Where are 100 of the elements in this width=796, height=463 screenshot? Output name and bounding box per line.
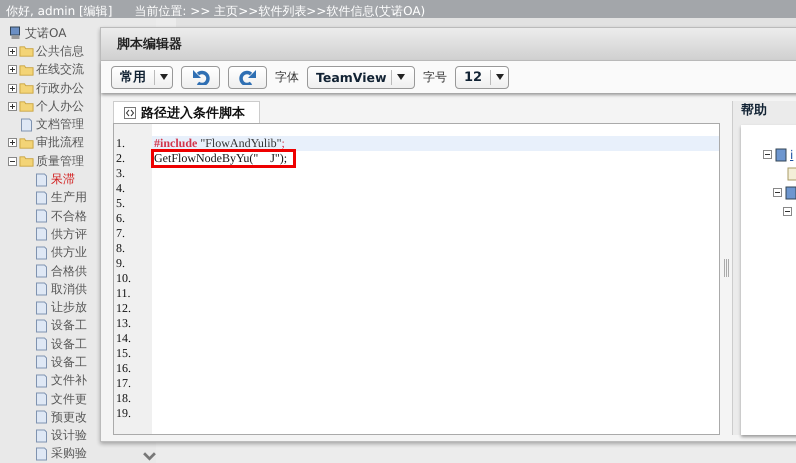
line-number: 11. [115, 286, 132, 301]
document-icon [34, 318, 49, 333]
breadcrumb-text: 当前位置: >> 主页>>软件列表>>软件信息(艾诺OA) [134, 5, 426, 18]
line-number: 4. [115, 181, 126, 196]
document-icon [34, 300, 49, 315]
document-icon [34, 428, 49, 443]
line-number: 10. [115, 271, 132, 286]
document-icon [19, 118, 34, 132]
document-icon [787, 166, 796, 180]
sidebar-item[interactable]: 设备工 [51, 317, 87, 334]
code-line: GetFlowNodeByYu(" J"); [152, 151, 719, 166]
collapse-icon[interactable] [763, 150, 772, 159]
help-link[interactable]: i [790, 148, 794, 162]
document-icon [34, 227, 49, 242]
sidebar-item[interactable]: 合格供 [51, 262, 87, 280]
caret-down-icon [160, 74, 168, 80]
sidebar-item[interactable]: 供方评 [51, 226, 87, 243]
book-icon [785, 186, 796, 200]
document-icon [34, 209, 49, 224]
document-icon [34, 172, 49, 187]
computer-icon [8, 26, 23, 40]
sidebar-item[interactable]: 设备工 [51, 354, 87, 371]
sidebar-item[interactable]: 行政办公 [36, 80, 84, 97]
font-size-label: 字号 [423, 68, 447, 86]
line-number: 13. [115, 316, 132, 331]
undo-button[interactable] [181, 66, 220, 88]
collapse-icon[interactable] [783, 207, 792, 216]
sidebar-item[interactable]: 取消供 [51, 280, 87, 298]
tree-root[interactable]: 艾诺OA [25, 24, 66, 42]
line-number: 3. [115, 166, 126, 181]
line-number: 18. [115, 391, 132, 406]
sidebar-item[interactable]: 文件补 [51, 372, 87, 390]
code-icon [124, 106, 136, 118]
folder-icon [19, 44, 34, 58]
line-number: 6. [115, 211, 126, 226]
sidebar-item[interactable]: 设备工 [51, 336, 87, 353]
sidebar-item[interactable]: 呆滞 [51, 171, 75, 188]
line-number: 12. [115, 301, 132, 316]
sidebar-item[interactable]: 质量管理 [36, 152, 84, 170]
style-dropdown[interactable]: 常用 [111, 66, 173, 88]
sidebar-item[interactable]: 让步放 [51, 299, 87, 316]
font-label: 字体 [275, 68, 299, 86]
redo-button[interactable] [228, 66, 267, 88]
line-number: 17. [115, 376, 132, 391]
sidebar-item[interactable]: 个人办公 [36, 98, 84, 115]
chevron-down-icon[interactable] [143, 452, 156, 461]
sidebar-item[interactable]: 设计验 [51, 427, 87, 444]
document-icon [34, 246, 49, 260]
line-number: 8. [115, 241, 126, 256]
line-number: 14. [115, 331, 132, 346]
expand-icon[interactable] [8, 65, 17, 74]
redo-icon [238, 69, 258, 85]
expand-icon[interactable] [8, 138, 17, 148]
caret-down-icon [396, 74, 405, 80]
sidebar-item[interactable]: 预更改 [51, 408, 87, 426]
document-icon [34, 282, 49, 296]
line-number: 2. [115, 151, 126, 166]
document-icon [34, 337, 49, 352]
help-title: 帮助 [741, 102, 768, 120]
line-number: 1. [115, 136, 126, 151]
folder-icon [19, 62, 34, 77]
line-number: 7. [115, 226, 126, 241]
document-icon [34, 264, 49, 278]
book-icon [775, 148, 787, 162]
sidebar-item[interactable]: 采购验 [51, 445, 87, 462]
line-number: 9. [115, 256, 126, 271]
document-icon [34, 374, 49, 388]
document-icon [34, 355, 49, 370]
sidebar-item[interactable]: 审批流程 [36, 134, 84, 152]
collapse-icon[interactable] [773, 188, 782, 197]
folder-icon [19, 99, 34, 114]
folder-icon [19, 81, 34, 96]
sidebar-item[interactable]: 供方业 [51, 244, 87, 262]
line-number: 15. [115, 346, 132, 361]
document-icon [34, 392, 49, 406]
greeting-text: 你好, admin [编辑] [6, 5, 112, 18]
expand-icon[interactable] [8, 102, 17, 111]
folder-icon [19, 154, 34, 168]
line-number: 5. [115, 196, 126, 211]
document-icon [34, 410, 49, 424]
sidebar-item[interactable]: 不合格 [51, 208, 87, 225]
font-dropdown[interactable]: TeamView [307, 66, 415, 88]
font-size-dropdown[interactable]: 12 [455, 66, 510, 88]
sidebar-item[interactable]: 生产用 [51, 189, 87, 206]
line-number: 19. [115, 406, 132, 421]
caret-down-icon [496, 74, 504, 80]
sidebar-item[interactable]: 在线交流 [36, 61, 84, 78]
collapse-icon[interactable] [8, 156, 17, 166]
script-tab[interactable]: 路径进入条件脚本 [113, 101, 260, 123]
document-icon [34, 190, 49, 205]
sidebar-item[interactable]: 文档管理 [36, 116, 84, 134]
expand-icon[interactable] [8, 84, 17, 93]
line-number: 16. [115, 361, 132, 376]
sidebar-item[interactable]: 公共信息 [36, 42, 84, 60]
code-editor[interactable]: 1. 2. 3. 4. 5. 6. 7. 8. 9. 10. 11. 12. 13. 14. 15. 16. 17. 18. 19. #include "FlowAndYulib"; GetFlowNodeByYu(" J"); [113, 123, 720, 435]
folder-icon [19, 136, 34, 150]
sidebar-item[interactable]: 文件更 [51, 390, 87, 408]
expand-icon[interactable] [8, 46, 17, 56]
dialog-title: 脚本编辑器 [117, 36, 182, 53]
undo-icon [190, 69, 210, 85]
